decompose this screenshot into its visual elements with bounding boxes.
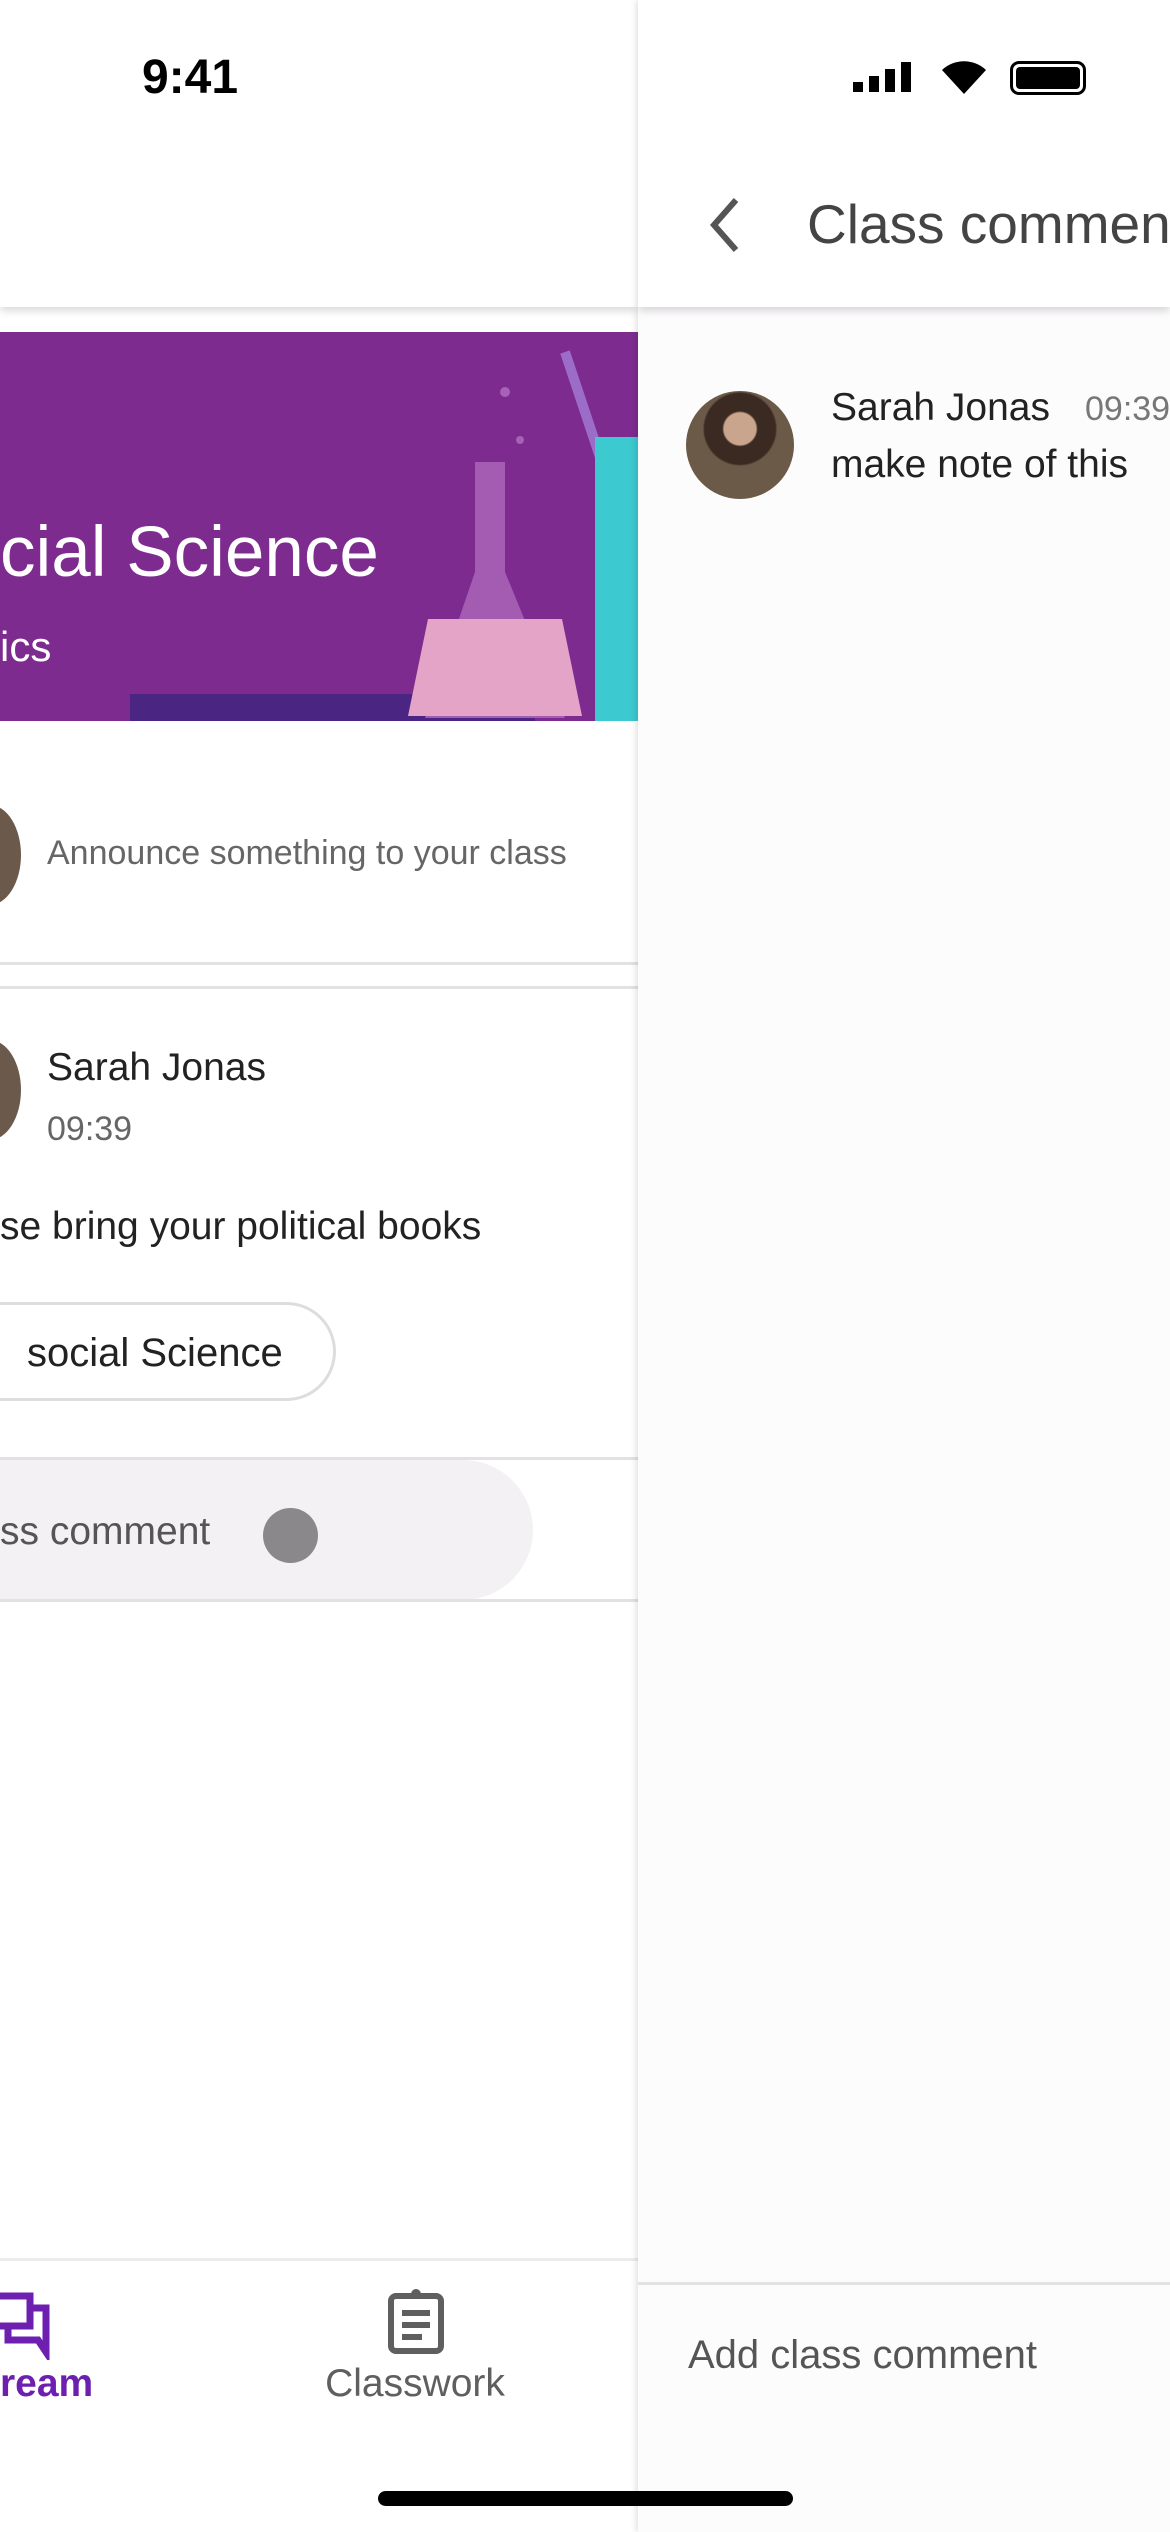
attachment-chip-label: social Science: [27, 1331, 283, 1375]
comment-author-avatar: [686, 391, 794, 499]
comments-title: Class comment: [807, 193, 1170, 255]
battery-icon: [1010, 61, 1086, 95]
divider: [0, 962, 638, 965]
touch-indicator-icon: [263, 1508, 318, 1563]
post-body: se bring your political books: [0, 1205, 482, 1248]
divider: [0, 1599, 638, 1602]
class-comments-screen: Class comment Sarah Jonas 09:39 make not…: [638, 0, 1170, 2532]
class-banner[interactable]: cial Science ics: [0, 332, 638, 721]
class-subtitle: ics: [0, 623, 52, 670]
classwork-icon: [388, 2289, 444, 2354]
post-author: Sarah Jonas: [47, 1046, 266, 1089]
comment-author: Sarah Jonas: [831, 386, 1050, 429]
class-title: cial Science: [0, 513, 379, 592]
comment-input-divider: [638, 2282, 1170, 2285]
signal-icon: [853, 62, 911, 92]
nav-stream-label: ream: [0, 2362, 94, 2405]
user-avatar: [0, 805, 21, 905]
wifi-icon: [942, 61, 986, 94]
comment-text: make note of this: [831, 443, 1128, 486]
back-chevron-icon[interactable]: [706, 195, 746, 255]
announce-input[interactable]: Announce something to your class: [47, 834, 567, 873]
bottom-nav-divider: [0, 2258, 638, 2261]
status-time: 9:41: [141, 51, 239, 104]
attachment-chip[interactable]: social Science: [0, 1302, 336, 1401]
comments-header: [638, 0, 1170, 307]
flask-illustration-icon: [408, 350, 638, 721]
nav-classwork-label: Classwork: [325, 2362, 505, 2405]
stream-icon: [0, 2292, 50, 2360]
class-comment-button[interactable]: ss comment: [0, 1460, 533, 1600]
nav-classwork[interactable]: Classwork: [300, 2262, 530, 2442]
comment-time: 09:39: [1085, 390, 1170, 428]
post-author-avatar: [0, 1040, 21, 1140]
post-time: 09:39: [47, 1110, 133, 1148]
stream-screen: cial Science ics Announce something to y…: [0, 0, 638, 2532]
stream-header: [0, 0, 638, 307]
class-comment-label: ss comment: [0, 1510, 211, 1553]
nav-stream[interactable]: ream: [0, 2262, 200, 2442]
home-indicator: [378, 2491, 793, 2506]
add-comment-input[interactable]: Add class comment: [688, 2333, 1037, 2378]
comment-item: Sarah Jonas 09:39 make note of this: [638, 380, 1170, 520]
divider: [0, 986, 638, 989]
